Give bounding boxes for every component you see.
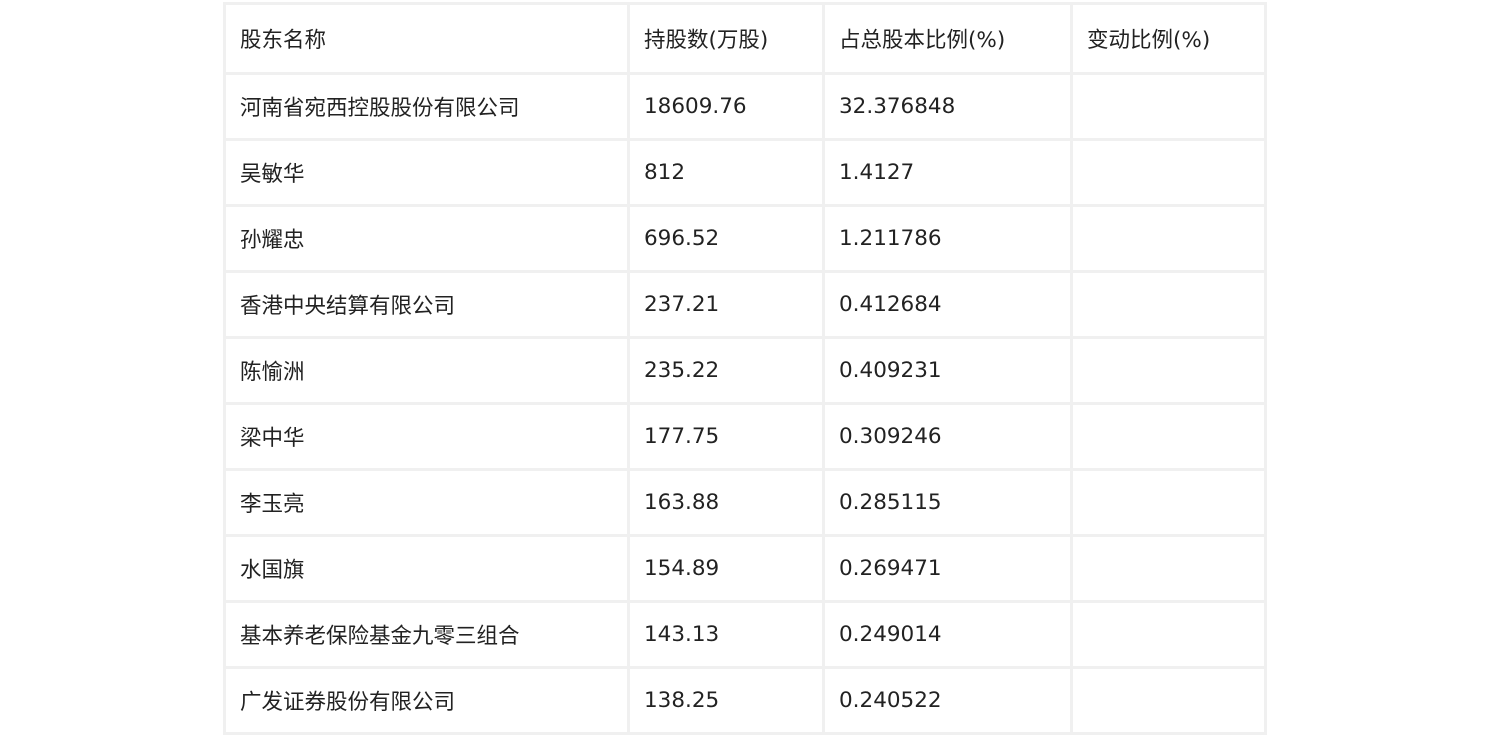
- ratio-cell: 0.409231: [822, 336, 1073, 405]
- change-ratio-cell: [1070, 72, 1267, 141]
- table-row: 水国旗 154.89 0.269471: [223, 534, 1267, 603]
- holder-name-cell: 河南省宛西控股股份有限公司: [223, 72, 630, 141]
- shareholders-table: 股东名称 持股数(万股) 占总股本比例(%) 变动比例(%) 河南省宛西控股股份…: [223, 2, 1267, 735]
- holder-name-cell: 孙耀忠: [223, 204, 630, 273]
- shares-cell: 812: [627, 138, 825, 207]
- page: 股东名称 持股数(万股) 占总股本比例(%) 变动比例(%) 河南省宛西控股股份…: [0, 0, 1489, 749]
- holder-name-cell: 基本养老保险基金九零三组合: [223, 600, 630, 669]
- shares-cell: 163.88: [627, 468, 825, 537]
- shares-cell: 235.22: [627, 336, 825, 405]
- ratio-cell: 0.249014: [822, 600, 1073, 669]
- change-ratio-cell: [1070, 270, 1267, 339]
- ratio-cell: 0.240522: [822, 666, 1073, 735]
- change-ratio-cell: [1070, 600, 1267, 669]
- holder-name-cell: 香港中央结算有限公司: [223, 270, 630, 339]
- shares-cell: 18609.76: [627, 72, 825, 141]
- change-ratio-cell: [1070, 336, 1267, 405]
- table-row: 孙耀忠 696.52 1.211786: [223, 204, 1267, 273]
- holder-name-cell: 李玉亮: [223, 468, 630, 537]
- table-row: 基本养老保险基金九零三组合 143.13 0.249014: [223, 600, 1267, 669]
- change-ratio-cell: [1070, 138, 1267, 207]
- shares-cell: 154.89: [627, 534, 825, 603]
- holder-name-cell: 陈愉洲: [223, 336, 630, 405]
- table-row: 广发证券股份有限公司 138.25 0.240522: [223, 666, 1267, 735]
- ratio-cell: 0.309246: [822, 402, 1073, 471]
- ratio-cell: 1.211786: [822, 204, 1073, 273]
- holder-name-cell: 梁中华: [223, 402, 630, 471]
- column-header-shares: 持股数(万股): [627, 2, 825, 75]
- ratio-cell: 1.4127: [822, 138, 1073, 207]
- shares-cell: 138.25: [627, 666, 825, 735]
- change-ratio-cell: [1070, 666, 1267, 735]
- change-ratio-cell: [1070, 204, 1267, 273]
- shares-cell: 237.21: [627, 270, 825, 339]
- change-ratio-cell: [1070, 402, 1267, 471]
- change-ratio-cell: [1070, 534, 1267, 603]
- table-row: 河南省宛西控股股份有限公司 18609.76 32.376848: [223, 72, 1267, 141]
- table-row: 陈愉洲 235.22 0.409231: [223, 336, 1267, 405]
- header-row: 股东名称 持股数(万股) 占总股本比例(%) 变动比例(%): [223, 2, 1267, 75]
- shares-cell: 696.52: [627, 204, 825, 273]
- table-row: 梁中华 177.75 0.309246: [223, 402, 1267, 471]
- table-row: 香港中央结算有限公司 237.21 0.412684: [223, 270, 1267, 339]
- column-header-change-ratio: 变动比例(%): [1070, 2, 1267, 75]
- table-body: 河南省宛西控股股份有限公司 18609.76 32.376848 吴敏华 812…: [223, 72, 1267, 735]
- ratio-cell: 0.269471: [822, 534, 1073, 603]
- holder-name-cell: 吴敏华: [223, 138, 630, 207]
- table-header: 股东名称 持股数(万股) 占总股本比例(%) 变动比例(%): [223, 2, 1267, 75]
- ratio-cell: 32.376848: [822, 72, 1073, 141]
- table-row: 吴敏华 812 1.4127: [223, 138, 1267, 207]
- shares-cell: 143.13: [627, 600, 825, 669]
- holder-name-cell: 广发证券股份有限公司: [223, 666, 630, 735]
- ratio-cell: 0.412684: [822, 270, 1073, 339]
- table-row: 李玉亮 163.88 0.285115: [223, 468, 1267, 537]
- holder-name-cell: 水国旗: [223, 534, 630, 603]
- change-ratio-cell: [1070, 468, 1267, 537]
- column-header-holder-name: 股东名称: [223, 2, 630, 75]
- column-header-ratio: 占总股本比例(%): [822, 2, 1073, 75]
- ratio-cell: 0.285115: [822, 468, 1073, 537]
- shares-cell: 177.75: [627, 402, 825, 471]
